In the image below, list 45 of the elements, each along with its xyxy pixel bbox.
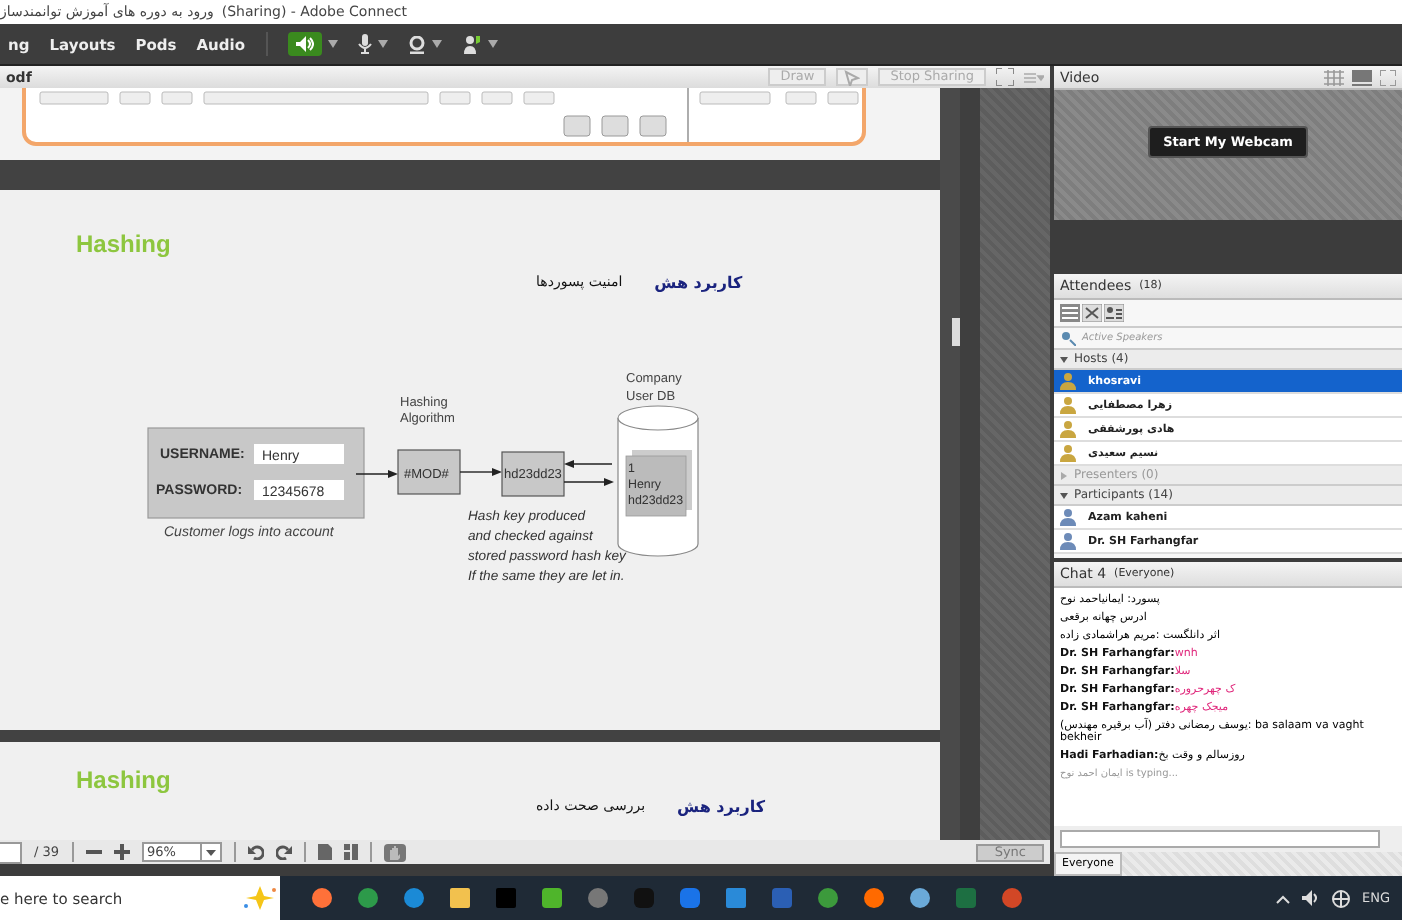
person-icon (1060, 508, 1076, 526)
person-icon (1060, 532, 1076, 550)
caret-icon[interactable] (327, 40, 337, 48)
arrow (564, 460, 613, 468)
expand-view-icon[interactable] (1082, 304, 1102, 322)
fullscreen-icon[interactable] (1380, 69, 1396, 85)
slide-heading: Hashing (74, 228, 171, 258)
page-icon[interactable] (317, 844, 332, 860)
arrow (459, 468, 502, 476)
chat-input-field[interactable] (1060, 830, 1380, 848)
person-icon (1060, 396, 1076, 414)
volume-icon[interactable] (1301, 890, 1320, 906)
grid-view-icon[interactable] (1324, 69, 1344, 85)
redo-icon[interactable] (275, 844, 292, 860)
slide-title: کاربرد هش (677, 798, 766, 816)
zoom-in-icon[interactable] (113, 844, 130, 860)
caret-icon[interactable] (377, 40, 387, 48)
page-number-field[interactable] (0, 841, 22, 863)
caret-icon[interactable] (199, 844, 220, 860)
expand-arrow-icon[interactable] (1060, 491, 1068, 499)
filmstrip-view-icon[interactable] (1352, 69, 1372, 85)
caret-icon[interactable] (431, 40, 441, 48)
zoom-out-icon[interactable] (85, 844, 102, 860)
chevron-up-icon[interactable] (1275, 893, 1290, 903)
webcam-icon[interactable] (407, 35, 425, 53)
person-icon (1060, 444, 1076, 462)
slide-heading: Hashing (74, 764, 171, 794)
person-list-icon[interactable] (1104, 304, 1124, 322)
caret-icon[interactable] (487, 40, 497, 48)
microphone-icon[interactable] (357, 34, 371, 54)
list-view-icon[interactable] (1060, 304, 1080, 322)
expand-arrow-icon[interactable] (1060, 355, 1068, 363)
speakers-icon (1060, 330, 1076, 346)
person-icon (1060, 420, 1076, 438)
arrow (355, 470, 398, 478)
person-icon (1060, 372, 1076, 390)
hand-tool-button[interactable] (383, 843, 406, 861)
fullscreen-icon[interactable] (996, 68, 1014, 86)
raise-hand-icon[interactable] (461, 34, 481, 54)
slide-title: کاربرد هش (654, 274, 743, 292)
two-pages-icon[interactable] (343, 844, 358, 860)
arrow (563, 478, 614, 486)
speaker-button[interactable] (287, 32, 321, 56)
scrollbar[interactable] (940, 88, 960, 840)
undo-icon[interactable] (247, 844, 264, 860)
